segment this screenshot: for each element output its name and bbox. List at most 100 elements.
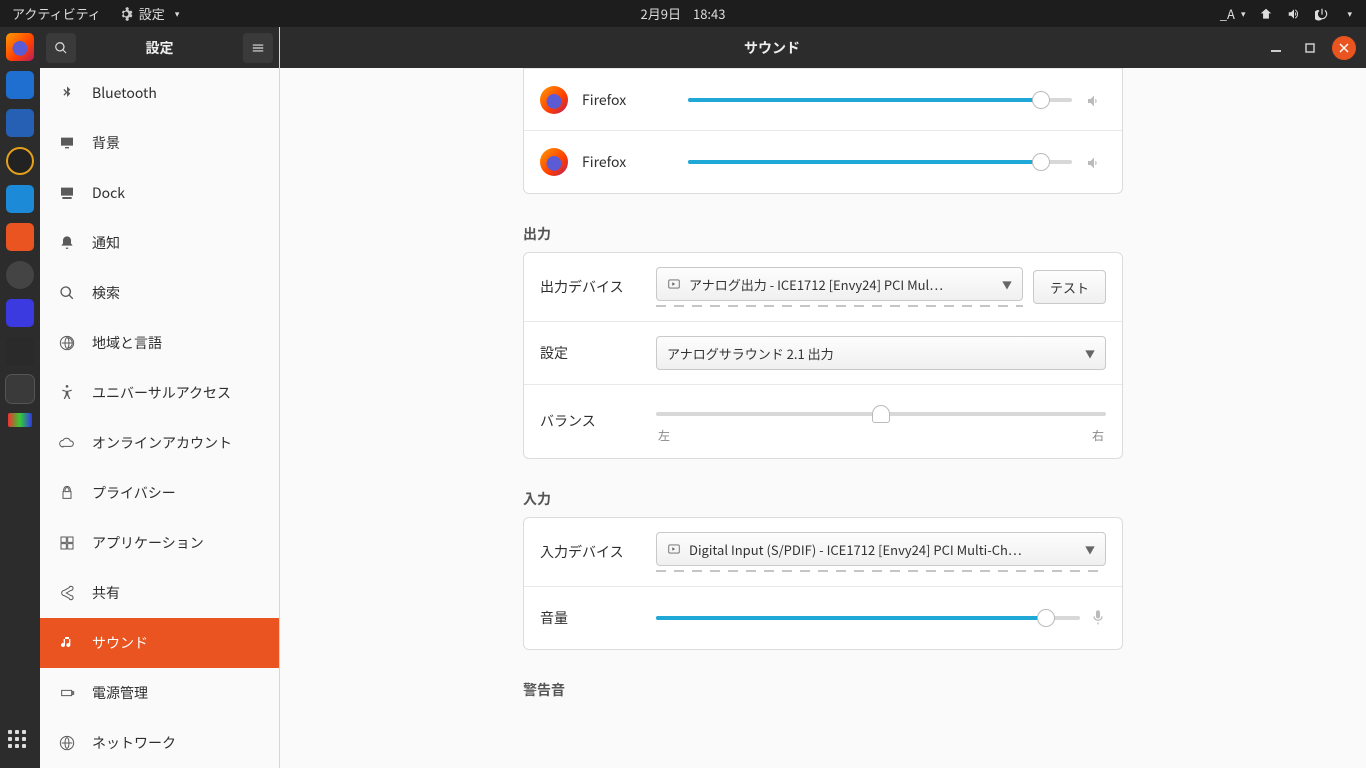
share-icon: [59, 585, 75, 601]
sidebar-item-bluetooth[interactable]: Bluetooth: [40, 68, 279, 118]
speaker-icon: [1086, 155, 1102, 171]
sidebar-item-privacy[interactable]: プライバシー: [40, 468, 279, 518]
chevron-down-icon: ▼: [1085, 542, 1095, 557]
app-name: Firefox: [582, 90, 674, 110]
menu-button[interactable]: [243, 33, 273, 63]
sidebar-list[interactable]: Bluetooth 背景 Dock 通知 検索 地域と言語 ユニバーサルアクセス…: [40, 68, 279, 768]
mic-mute-button[interactable]: [1090, 606, 1106, 630]
content-header: サウンド: [280, 27, 1366, 68]
dock-app-software[interactable]: [6, 223, 34, 251]
app-volumes-card: Firefox Firefox: [523, 68, 1123, 194]
sidebar-item-accessibility[interactable]: ユニバーサルアクセス: [40, 368, 279, 418]
sidebar-item-sharing[interactable]: 共有: [40, 568, 279, 618]
system-menu-chevron-icon[interactable]: ▾: [1347, 7, 1352, 20]
sidebar-item-sound[interactable]: サウンド: [40, 618, 279, 668]
minimize-icon: [1271, 43, 1281, 53]
sidebar-item-background[interactable]: 背景: [40, 118, 279, 168]
network-icon[interactable]: [1259, 7, 1273, 21]
balance-row: バランス 左 右: [524, 385, 1122, 458]
input-card: 入力デバイス Digital Input (S/PDIF) - ICE1712 …: [523, 517, 1123, 650]
search-button[interactable]: [46, 33, 76, 63]
app-name: Firefox: [582, 152, 674, 172]
hamburger-icon: [251, 41, 265, 55]
sound-scroll[interactable]: Firefox Firefox: [280, 68, 1366, 768]
dock-app-libreoffice[interactable]: [6, 185, 34, 213]
test-button[interactable]: テスト: [1033, 270, 1106, 304]
close-button[interactable]: [1332, 36, 1356, 60]
app-volume-slider[interactable]: [688, 91, 1072, 109]
gnome-top-bar: アクティビティ 設定 ▾ 2月9日 18:43 _A▾ ▾: [0, 0, 1366, 27]
sidebar-item-region[interactable]: 地域と言語: [40, 318, 279, 368]
sidebar-title: 設定: [76, 38, 243, 58]
chevron-down-icon: ▼: [1085, 346, 1095, 361]
sidebar-item-online[interactable]: オンラインアカウント: [40, 418, 279, 468]
dock-app-firefox[interactable]: [6, 33, 34, 61]
show-applications-button[interactable]: [8, 730, 32, 754]
search-icon: [54, 41, 68, 55]
firefox-icon: [540, 86, 568, 114]
sidebar-item-applications[interactable]: アプリケーション: [40, 518, 279, 568]
settings-window: 設定 Bluetooth 背景 Dock 通知 検索 地域と言語 ユニバーサルア…: [40, 27, 1366, 768]
input-device-combo[interactable]: Digital Input (S/PDIF) - ICE1712 [Envy24…: [656, 532, 1106, 566]
display-icon: [59, 135, 75, 151]
dock-app-thunderbird[interactable]: [6, 71, 34, 99]
volume-icon[interactable]: [1287, 7, 1301, 21]
firefox-icon: [540, 148, 568, 176]
music-icon: [59, 635, 75, 651]
microphone-icon: [1090, 609, 1106, 625]
bell-icon: [59, 235, 75, 251]
minimize-button[interactable]: [1264, 36, 1288, 60]
dock-app-rhythmbox[interactable]: [6, 147, 34, 175]
audio-card-icon: [667, 542, 681, 556]
input-device-row: 入力デバイス Digital Input (S/PDIF) - ICE1712 …: [524, 518, 1122, 587]
chevron-down-icon: ▾: [175, 7, 180, 20]
output-section-title: 出力: [523, 224, 1123, 244]
dock-app-texteditor[interactable]: [6, 109, 34, 137]
sidebar-item-notifications[interactable]: 通知: [40, 218, 279, 268]
gear-icon: [119, 7, 133, 21]
ime-indicator[interactable]: _A▾: [1220, 4, 1246, 23]
lock-icon: [59, 485, 75, 501]
app-volume-row: Firefox: [524, 131, 1122, 193]
battery-icon: [59, 685, 75, 701]
audio-card-icon: [667, 277, 681, 291]
activities-button[interactable]: アクティビティ: [12, 4, 101, 23]
dock-app-screenshot[interactable]: [6, 299, 34, 327]
sidebar-item-power[interactable]: 電源管理: [40, 668, 279, 718]
bluetooth-icon: [59, 85, 75, 101]
clock[interactable]: 2月9日 18:43: [641, 4, 726, 23]
globe-icon: [59, 735, 75, 751]
power-icon[interactable]: [1315, 7, 1329, 21]
dock-app-htop[interactable]: [8, 413, 32, 427]
sidebar-item-search[interactable]: 検索: [40, 268, 279, 318]
dock-app-terminal[interactable]: [6, 337, 34, 365]
input-volume-row: 音量: [524, 587, 1122, 649]
search-icon: [59, 285, 75, 301]
output-config-row: 設定 アナログサラウンド 2.1 出力 ▼: [524, 322, 1122, 385]
input-volume-slider[interactable]: [656, 609, 1080, 627]
alert-section-title: 警告音: [523, 680, 1123, 700]
sidebar-item-network[interactable]: ネットワーク: [40, 718, 279, 768]
mute-button[interactable]: [1086, 152, 1106, 172]
ubuntu-dock: [0, 27, 40, 768]
app-menu[interactable]: 設定 ▾: [119, 4, 180, 23]
cloud-icon: [59, 435, 75, 451]
sidebar-item-dock[interactable]: Dock: [40, 168, 279, 218]
grid-icon: [59, 535, 75, 551]
accessibility-icon: [59, 385, 75, 401]
dock-app-updater[interactable]: [6, 261, 34, 289]
output-config-combo[interactable]: アナログサラウンド 2.1 出力 ▼: [656, 336, 1106, 370]
close-icon: [1339, 43, 1349, 53]
balance-slider[interactable]: [656, 405, 1106, 423]
output-device-combo[interactable]: アナログ出力 - ICE1712 [Envy24] PCI Mul… ▼: [656, 267, 1023, 301]
speaker-icon: [1086, 93, 1102, 109]
maximize-icon: [1305, 43, 1315, 53]
dock-app-settings[interactable]: [6, 375, 34, 403]
content-title: サウンド: [280, 38, 1264, 58]
app-volume-slider[interactable]: [688, 153, 1072, 171]
sidebar-header: 設定: [40, 27, 279, 68]
maximize-button[interactable]: [1298, 36, 1322, 60]
mute-button[interactable]: [1086, 90, 1106, 110]
output-card: 出力デバイス アナログ出力 - ICE1712 [Envy24] PCI Mul…: [523, 252, 1123, 459]
settings-sidebar: 設定 Bluetooth 背景 Dock 通知 検索 地域と言語 ユニバーサルア…: [40, 27, 280, 768]
